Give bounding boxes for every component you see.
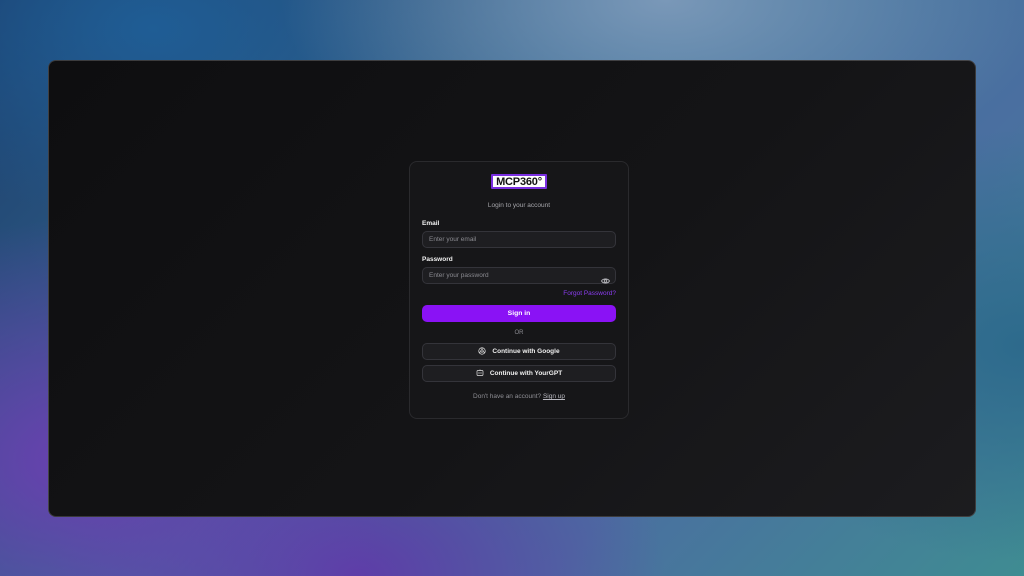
brand-logo: MCP360° <box>491 174 547 189</box>
email-field-container <box>422 231 616 248</box>
yourgpt-button-label: Continue with YourGPT <box>489 370 563 377</box>
yourgpt-icon <box>476 369 484 379</box>
login-subtitle: Login to your account <box>487 202 551 209</box>
email-input[interactable] <box>429 236 615 243</box>
sign-up-link[interactable]: Sign up <box>543 393 565 400</box>
app-window: MCP360° Login to your account Email Pass… <box>48 60 976 517</box>
logo-container: MCP360° <box>422 174 616 189</box>
continue-with-google-button[interactable]: Continue with Google <box>422 343 616 360</box>
or-divider: OR <box>514 330 524 336</box>
google-button-label: Continue with Google <box>492 348 560 355</box>
login-card: MCP360° Login to your account Email Pass… <box>409 161 629 419</box>
eye-icon[interactable] <box>601 272 610 284</box>
password-label: Password <box>422 256 453 263</box>
password-input[interactable] <box>429 272 615 279</box>
forgot-row: Forgot Password? <box>422 290 616 297</box>
forgot-password-link[interactable]: Forgot Password? <box>563 290 616 297</box>
signup-footer: Don't have an account? Sign up <box>422 393 616 400</box>
no-account-text: Don't have an account? <box>473 393 542 400</box>
sign-in-button[interactable]: Sign in <box>422 305 616 322</box>
password-field-container <box>422 267 616 284</box>
google-icon <box>478 346 487 357</box>
continue-with-yourgpt-button[interactable]: Continue with YourGPT <box>422 365 616 382</box>
email-label: Email <box>422 220 440 227</box>
